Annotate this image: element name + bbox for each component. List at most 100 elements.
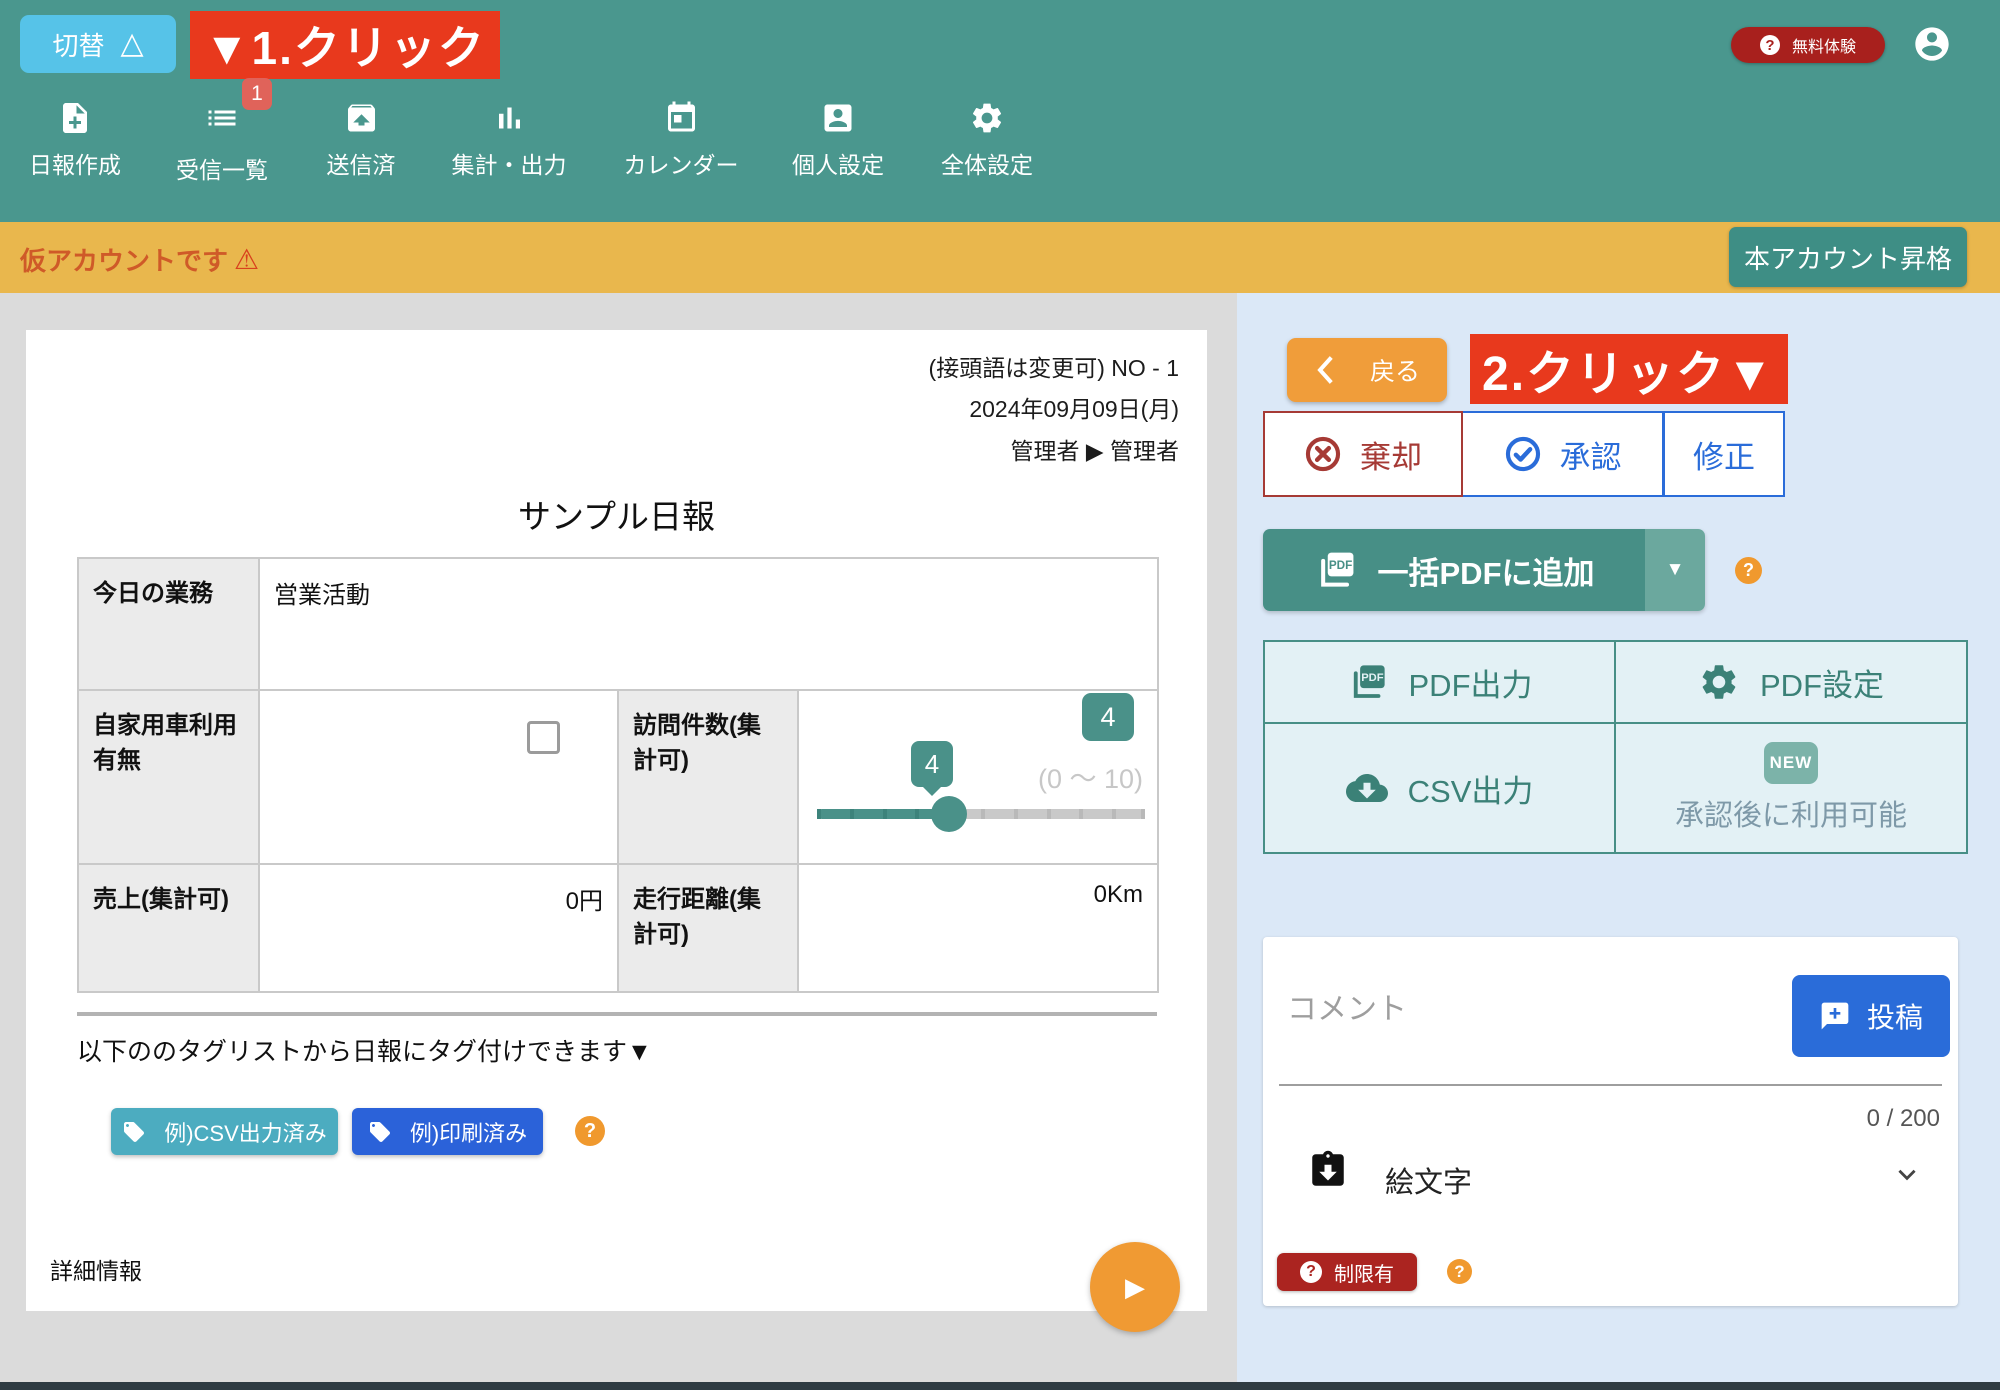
decision-buttons: 棄却 承認 修正 (1263, 411, 1785, 497)
chevron-down-icon[interactable] (1894, 1161, 1920, 1187)
reject-label: 棄却 (1360, 432, 1422, 477)
tag-label: 例)CSV出力済み (164, 1116, 327, 1148)
back-label: 戻る (1370, 352, 1420, 388)
pdf-stack-icon: PDF (1347, 661, 1389, 703)
switch-button[interactable]: 切替 △ (20, 15, 176, 73)
revise-label: 修正 (1693, 432, 1755, 477)
field-value-today: 営業活動 (259, 558, 1158, 690)
comment-input[interactable] (1287, 983, 1757, 1037)
nav-item-calendar[interactable]: カレンダー (624, 100, 739, 180)
report-meta: (接頭語は変更可) NO - 1 2024年09月09日(月) 管理者 ▶ 管理… (929, 348, 1179, 472)
next-page-fab[interactable]: ▶ (1090, 1242, 1180, 1332)
circle-x-icon (1304, 435, 1342, 473)
slider-handle[interactable] (931, 796, 967, 832)
nav-item-personal-settings[interactable]: 個人設定 (792, 100, 884, 180)
note-add-icon (57, 100, 93, 136)
window-bottom-edge (0, 1382, 2000, 1390)
restricted-button[interactable]: ? 制限有 (1277, 1253, 1417, 1291)
field-value-visits: 4 (0 〜 10) 4 (798, 690, 1158, 864)
csv-locked-note: 承認後に利用可能 (1675, 792, 1907, 834)
field-label-today: 今日の業務 (78, 558, 259, 690)
csv-export-label: CSV出力 (1408, 766, 1534, 811)
nav-label: 日報作成 (29, 146, 121, 180)
app-header: 切替 △ ▼1.クリック 日報作成 1 受信一覧 送信済 集計・出力 カレンダー… (0, 0, 2000, 222)
revise-button[interactable]: 修正 (1663, 411, 1785, 497)
report-title: サンプル日報 (26, 490, 1207, 538)
tag-csv-exported[interactable]: 例)CSV出力済み (111, 1108, 338, 1155)
svg-text:PDF: PDF (1328, 559, 1351, 572)
account-circle-icon (1912, 24, 1952, 64)
gear-icon (1698, 661, 1740, 703)
comment-underline (1279, 1084, 1942, 1086)
bulk-pdf-dropdown[interactable]: ▼ (1645, 529, 1705, 611)
slider-ticks (817, 809, 1145, 819)
approve-button[interactable]: 承認 (1463, 411, 1664, 497)
tag-icon (122, 1120, 146, 1144)
nav-item-global-settings[interactable]: 全体設定 (941, 100, 1033, 180)
gear-icon (969, 100, 1005, 136)
visits-slider: 4 (0 〜 10) 4 (799, 691, 1157, 831)
report-date: 2024年09月09日(月) (929, 389, 1179, 430)
nav-item-create-report[interactable]: 日報作成 (29, 100, 121, 180)
message-plus-icon (1819, 1000, 1851, 1032)
pdf-export-label: PDF出力 (1409, 660, 1533, 705)
dropdown-icon: ▼ (1666, 559, 1685, 581)
csv-export-button[interactable]: CSV出力 (1263, 724, 1616, 854)
pdf-export-button[interactable]: PDF PDF出力 (1263, 640, 1616, 724)
tag-printed[interactable]: 例)印刷済み (352, 1108, 543, 1155)
warning-text: 仮アカウントです (20, 241, 228, 278)
restricted-help-button[interactable]: ? (1447, 1259, 1472, 1284)
switch-label: 切替 (52, 26, 104, 63)
report-card: (接頭語は変更可) NO - 1 2024年09月09日(月) 管理者 ▶ 管理… (26, 330, 1207, 1311)
new-badge: NEW (1764, 742, 1818, 784)
promote-account-button[interactable]: 本アカウント昇格 (1729, 227, 1967, 287)
bulk-pdf-button[interactable]: PDF 一括PDFに追加 (1263, 529, 1645, 611)
nav-item-inbox[interactable]: 1 受信一覧 (176, 100, 268, 185)
field-value-distance: 0Km (798, 864, 1158, 992)
bulk-pdf-help-button[interactable]: ? (1735, 557, 1762, 584)
free-trial-button[interactable]: ? 無料体験 (1731, 27, 1885, 63)
csv-locked-cell: NEW 承認後に利用可能 (1616, 724, 1968, 854)
slider-track[interactable] (817, 809, 1145, 819)
field-label-distance: 走行距離(集計可) (618, 864, 798, 992)
action-panel: 戻る 2.クリック▼ 棄却 承認 修正 PDF 一括PDFに追加 ▼ ? PDF… (1237, 293, 2000, 1383)
report-area: (接頭語は変更可) NO - 1 2024年09月09日(月) 管理者 ▶ 管理… (0, 293, 1237, 1383)
export-grid: PDF PDF出力 PDF設定 CSV出力 NEW 承認後に利用可能 (1263, 640, 1968, 854)
temp-account-warning: 仮アカウントです ⚠ (20, 241, 259, 278)
field-label-private-car: 自家用車利用有無 (78, 690, 259, 864)
person-icon (820, 100, 856, 136)
route-to: 管理者 (1110, 438, 1179, 464)
help-icon: ? (1300, 1261, 1322, 1283)
comment-card: 投稿 0 / 200 絵文字 ? 制限有 ? (1263, 937, 1958, 1306)
pdf-settings-button[interactable]: PDF設定 (1616, 640, 1968, 724)
back-button[interactable]: 戻る (1287, 338, 1447, 402)
tags-help-button[interactable]: ? (575, 1116, 605, 1146)
warning-icon: ⚠ (234, 243, 259, 276)
approve-label: 承認 (1560, 432, 1622, 477)
chevron-left-icon (1314, 355, 1336, 385)
report-number: (接頭語は変更可) NO - 1 (929, 348, 1179, 389)
nav-item-aggregate-output[interactable]: 集計・出力 (452, 100, 567, 180)
route-from: 管理者 (1011, 438, 1080, 464)
clipboard-download-icon[interactable] (1307, 1149, 1349, 1191)
report-table: 今日の業務 営業活動 自家用車利用有無 訪問件数(集計可) 4 (0 〜 10)… (77, 557, 1159, 993)
nav-item-sent[interactable]: 送信済 (327, 100, 396, 180)
char-counter: 0 / 200 (1867, 1105, 1940, 1133)
nav-label: 集計・出力 (452, 146, 567, 180)
private-car-checkbox[interactable] (527, 721, 560, 754)
nav-label: 送信済 (327, 146, 396, 180)
slider-value-badge: 4 (1082, 693, 1134, 741)
tags-caption: 以下ののタグリストから日報にタグ付けできます▼ (77, 1032, 652, 1068)
bulk-pdf-label: 一括PDFに追加 (1378, 548, 1595, 593)
free-trial-label: 無料体験 (1792, 33, 1856, 57)
nav-label: カレンダー (624, 146, 739, 180)
field-label-sales: 売上(集計可) (78, 864, 259, 992)
slider-range-label: (0 〜 10) (1038, 757, 1143, 796)
route-arrow-icon: ▶ (1086, 438, 1104, 464)
reject-button[interactable]: 棄却 (1263, 411, 1463, 497)
account-button[interactable] (1912, 24, 1952, 64)
post-comment-button[interactable]: 投稿 (1792, 975, 1950, 1057)
pdf-settings-label: PDF設定 (1760, 660, 1884, 705)
calendar-icon (663, 100, 699, 136)
nav-label: 個人設定 (792, 146, 884, 180)
